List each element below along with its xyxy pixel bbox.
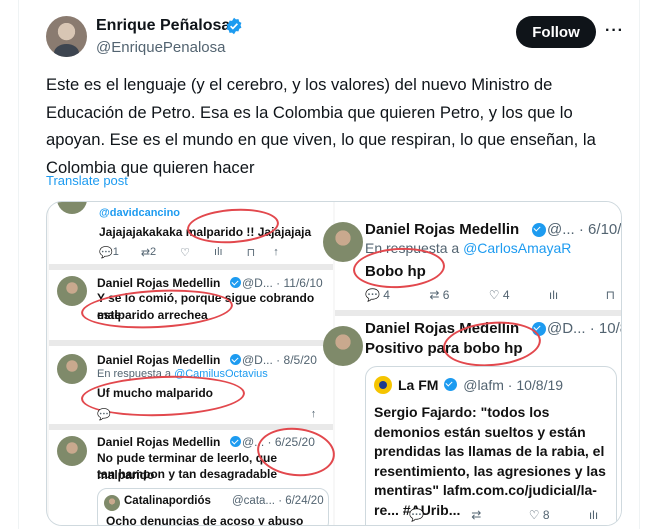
views-icon: ılı xyxy=(214,246,223,258)
quote-name-text: La FM xyxy=(398,377,439,393)
bookmark-icon: ⊓ xyxy=(605,288,615,302)
quote-author-name: La FM @lafm · 10/8/19 xyxy=(398,377,563,393)
tweet-avatar xyxy=(323,326,363,366)
post-text: Este es el lenguaje (y el cerebro, y los… xyxy=(46,75,596,177)
reply-handle: @CarlosAmayaR xyxy=(463,240,572,256)
like-count: 8 xyxy=(542,508,550,522)
more-options-icon[interactable]: ··· xyxy=(605,22,627,42)
tweet-avatar xyxy=(57,276,87,306)
tweet-divider xyxy=(49,340,333,346)
verified-badge-icon xyxy=(230,354,241,365)
author-avatar[interactable] xyxy=(46,16,87,57)
tweet-divider xyxy=(335,310,621,316)
tweet-handle: @davidcancino xyxy=(99,207,181,219)
translate-post-link[interactable]: Translate post xyxy=(46,173,128,188)
bookmark-icon: ⊓ xyxy=(246,247,256,259)
reply-count: 4 xyxy=(383,288,390,302)
retweet-count: 2 xyxy=(150,246,157,258)
quote-avatar xyxy=(104,495,120,511)
quoted-tweet-card: La FM @lafm · 10/8/19 Sergio Fajardo: "t… xyxy=(365,366,617,525)
tweet-actions: 💬 1 ⇄ 2 ♡ ılı ⊓ ↑ xyxy=(99,246,279,259)
tweet-author-name: Daniel Rojas Medellin xyxy=(365,221,520,238)
post-page: Enrique Peñalosa @EnriquePenalosa Follow… xyxy=(0,0,650,529)
timeline-border-left xyxy=(18,0,19,529)
tweet-author-name: Daniel Rojas Medellin xyxy=(97,353,221,367)
tweet-avatar xyxy=(57,202,87,214)
quote-meta: @lafm · 10/8/19 xyxy=(463,377,564,393)
verified-badge-icon xyxy=(444,378,458,391)
like-icon: ♡ xyxy=(528,508,540,522)
follow-button[interactable]: Follow xyxy=(516,16,596,48)
tweet-meta: @D... · 8/5/20 xyxy=(242,353,317,367)
views-icon: ılı xyxy=(588,508,599,522)
retweet-icon: ⇄ xyxy=(429,288,440,302)
like-icon: ♡ xyxy=(180,247,191,259)
like-count: 4 xyxy=(502,288,510,302)
retweet-icon: ⇄ xyxy=(140,247,151,259)
reply-icon: 💬 xyxy=(99,247,113,259)
tweet-actions: 💬 ⇄ ♡ 8 ılı ⊓ xyxy=(409,508,621,522)
tweet-divider xyxy=(49,264,333,270)
reply-icon: 💬 xyxy=(409,508,424,522)
screenshot-left: @davidcancino Jajajajakakaka malparido !… xyxy=(49,202,338,526)
author-handle[interactable]: @EnriquePenalosa xyxy=(96,39,225,56)
post-media-image[interactable]: @davidcancino Jajajajakakaka malparido !… xyxy=(46,201,622,526)
views-icon: ılı xyxy=(548,288,559,302)
verified-badge-icon xyxy=(230,436,241,447)
reply-icon: 💬 xyxy=(365,288,380,302)
lafm-logo xyxy=(374,376,392,394)
tweet-author-name: Daniel Rojas Medellin xyxy=(97,276,221,290)
reply-count: 1 xyxy=(112,246,119,258)
quote-author-name: Catalinapordiós xyxy=(124,495,211,507)
quote-text: Ocho denuncias de acoso y abuso xyxy=(106,514,304,526)
retweet-count: 6 xyxy=(442,288,450,302)
tweet-actions: 💬 4 ⇄ 6 ♡ 4 ılı ⊓ xyxy=(365,288,615,302)
quote-meta: @cata... · 6/24/20 xyxy=(232,495,324,507)
quote-text: Sergio Fajardo: "todos los demonios está… xyxy=(374,404,606,518)
author-name[interactable]: Enrique Peñalosa xyxy=(96,17,230,35)
tweet-actions: 💬 ↑ xyxy=(97,408,316,421)
tweet-author-name: Daniel Rojas Medellin xyxy=(97,435,221,449)
timeline-border-right xyxy=(639,0,640,529)
tweet-meta: @... · 6/10/22 xyxy=(547,221,622,238)
retweet-icon: ⇄ xyxy=(471,508,482,522)
share-icon: ↑ xyxy=(310,408,317,420)
reply-icon: 💬 xyxy=(97,409,111,421)
verified-badge-icon xyxy=(230,277,241,288)
tweet-avatar xyxy=(57,436,87,466)
like-icon: ♡ xyxy=(488,288,500,302)
tweet-text-line: tan hampon y tan desagradable xyxy=(97,467,278,481)
quoted-tweet-card: Catalinapordiós @cata... · 6/24/20 Ocho … xyxy=(97,488,329,526)
screenshot-right: Daniel Rojas Medellin @... · 6/10/22 En … xyxy=(323,202,622,525)
tweet-avatar xyxy=(57,354,87,384)
tweet-meta: @D... · 11/6/10 xyxy=(242,276,323,290)
tweet-avatar xyxy=(323,222,363,262)
verified-badge-icon xyxy=(532,223,546,237)
verified-badge-icon xyxy=(226,17,242,35)
share-icon: ↑ xyxy=(273,246,279,258)
tweet-meta: @D... · 10/8/19 xyxy=(547,320,621,337)
